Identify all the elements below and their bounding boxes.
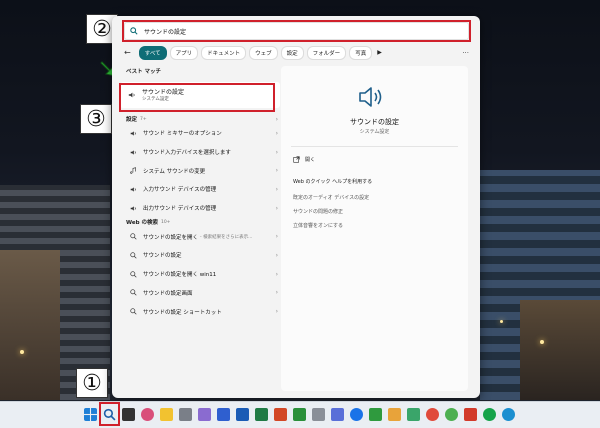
app-icon[interactable] — [293, 408, 306, 421]
powerpoint-icon[interactable] — [274, 408, 287, 421]
search-icon — [130, 233, 137, 240]
web-section-header[interactable]: Web の検索 10+ — [120, 217, 280, 227]
web-item[interactable]: サウンドの設定を開く - 検索結果をさらに表示... › — [120, 227, 280, 246]
back-arrow-icon[interactable]: ← — [124, 48, 131, 57]
app-icon[interactable] — [217, 408, 230, 421]
background-light — [540, 340, 544, 344]
preview-subtitle: システム設定 — [359, 129, 390, 135]
highlight-search-box — [122, 20, 471, 42]
speaker-icon — [130, 187, 136, 192]
background-light — [500, 320, 503, 323]
filter-tabs: ← すべて アプリ ドキュメント ウェブ 設定 フォルダー 写真 ▶ ··· — [124, 45, 469, 60]
action-spatial-sound[interactable]: 立体音響をオンにする — [293, 222, 343, 229]
tab-all[interactable]: すべて — [138, 45, 167, 60]
tab-web[interactable]: ウェブ — [249, 45, 278, 60]
excel-icon[interactable] — [255, 408, 268, 421]
web-item[interactable]: サウンドの設定を開く win11 › — [120, 265, 280, 284]
settings-item-system-sounds[interactable]: システム サウンドの変更 › — [120, 161, 280, 180]
messenger-icon[interactable] — [350, 408, 363, 421]
action-fix-problems[interactable]: サウンドの問題の修正 — [293, 208, 343, 215]
task-view-icon[interactable] — [122, 408, 135, 421]
highlight-best-match — [119, 83, 275, 112]
preview-title: サウンドの設定 — [350, 118, 399, 126]
filezilla-icon[interactable] — [464, 408, 477, 421]
app-icon[interactable] — [426, 408, 439, 421]
start-windows-icon[interactable] — [84, 408, 97, 421]
app-icon[interactable] — [388, 408, 401, 421]
tab-documents[interactable]: ドキュメント — [201, 45, 247, 60]
taskbar — [0, 401, 600, 428]
action-open[interactable]: 開く — [293, 156, 315, 163]
web-item[interactable]: サウンドの設定画面 › — [120, 284, 280, 303]
search-icon — [130, 252, 137, 259]
background-light — [20, 350, 24, 354]
chrome-icon[interactable] — [445, 408, 458, 421]
settings-item-mixer[interactable]: サウンド ミキサーのオプション › — [120, 124, 280, 143]
edge-icon[interactable] — [502, 408, 515, 421]
highlight-taskbar-search — [99, 402, 120, 426]
action-default-device[interactable]: 既定のオーディオ デバイスの設定 — [293, 194, 369, 201]
app-icon[interactable] — [179, 408, 192, 421]
settings-item-output-manage[interactable]: 出力サウンド デバイスの管理 › — [120, 199, 280, 218]
settings-item-input-manage[interactable]: 入力サウンド デバイスの管理 › — [120, 180, 280, 199]
settings-section-header[interactable]: 設定 7+ › — [120, 114, 280, 124]
app-icon[interactable] — [331, 408, 344, 421]
app-icon[interactable] — [312, 408, 325, 421]
divider — [291, 146, 458, 147]
speaker-icon — [130, 131, 136, 136]
more-options-icon[interactable]: ··· — [462, 49, 469, 57]
speaker-icon — [130, 205, 136, 211]
music-note-icon — [130, 167, 136, 174]
search-icon — [130, 289, 137, 296]
annotation-three: ③ — [80, 104, 112, 134]
search-icon — [130, 308, 137, 315]
play-more-icon[interactable]: ▶ — [377, 49, 382, 56]
annotation-one: ① — [76, 368, 108, 398]
word-icon[interactable] — [236, 408, 249, 421]
chevron-right-icon: › — [275, 115, 278, 123]
speaker-icon — [130, 149, 136, 155]
tab-settings[interactable]: 設定 — [280, 45, 304, 60]
web-item[interactable]: サウンドの設定 › — [120, 246, 280, 265]
app-icon[interactable] — [407, 408, 420, 421]
speaker-large-icon — [359, 87, 382, 107]
app-icon[interactable] — [198, 408, 211, 421]
action-web-help[interactable]: Web のクイック ヘルプを利用する — [293, 178, 372, 185]
background-building-left-lower — [0, 250, 60, 400]
preview-pane: サウンドの設定 システム設定 開く Web のクイック ヘルプを利用する 既定の… — [281, 66, 468, 391]
settings-item-input-device[interactable]: サウンド入力デバイスを選択します › — [120, 143, 280, 162]
file-explorer-icon[interactable] — [160, 408, 173, 421]
tab-folders[interactable]: フォルダー — [306, 45, 347, 60]
open-external-icon — [293, 156, 300, 163]
line-icon[interactable] — [483, 408, 496, 421]
search-panel: サウンドの設定 ← すべて アプリ ドキュメント ウェブ 設定 フォルダー 写真… — [112, 16, 480, 398]
tab-photos[interactable]: 写真 — [349, 45, 373, 60]
copilot-icon[interactable] — [141, 408, 154, 421]
app-icon[interactable] — [369, 408, 382, 421]
web-item[interactable]: サウンドの設定 ショートカット › — [120, 302, 280, 321]
search-icon — [130, 271, 137, 278]
best-match-header: ベスト マッチ — [126, 69, 162, 75]
tab-apps[interactable]: アプリ — [169, 45, 199, 60]
background-building-right-lower — [520, 300, 600, 400]
